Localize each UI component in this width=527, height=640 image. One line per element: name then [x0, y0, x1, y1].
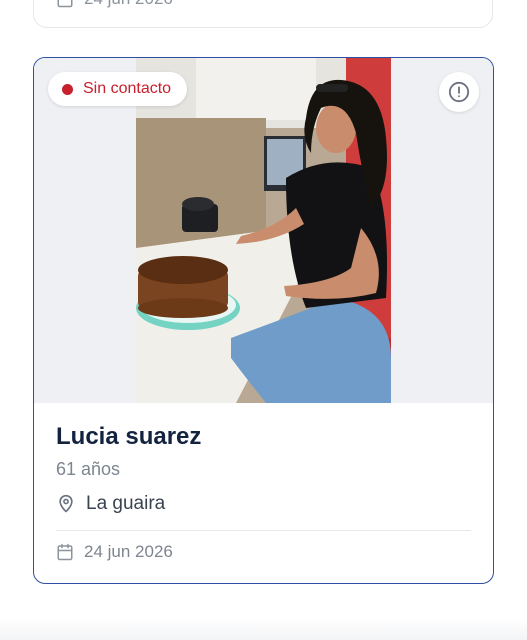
date-label: 24 jun 2026: [84, 542, 173, 561]
calendar-icon: [57, 543, 73, 561]
page: 24 jun 2026: [0, 0, 527, 640]
status-badge: Sin contacto: [48, 72, 188, 106]
person-photo: [136, 58, 391, 403]
photo-area: Sin contacto: [34, 58, 493, 403]
location-label: La guaira: [86, 493, 166, 514]
calendar-icon: [57, 0, 73, 8]
map-pin-icon: [59, 494, 73, 513]
status-label: Sin contacto: [83, 80, 172, 97]
previous-person-card[interactable]: 24 jun 2026: [33, 0, 493, 28]
date-row: 24 jun 2026: [56, 542, 173, 562]
alert-button[interactable]: [439, 72, 479, 112]
location-row: La guaira: [56, 493, 165, 515]
person-name: Lucia suarez: [56, 423, 202, 450]
previous-card-date: 24 jun 2026: [84, 0, 173, 9]
divider: [56, 530, 471, 531]
alert-circle-icon: [448, 81, 470, 103]
person-card[interactable]: Sin contacto Lucia suarez 61 años La gua…: [33, 57, 494, 584]
status-dot: [62, 83, 73, 95]
previous-card-date-row: 24 jun 2026: [56, 0, 173, 9]
person-age: 61 años: [56, 459, 121, 479]
bottom-strip: [0, 618, 527, 640]
person-photo-illustration: [136, 58, 391, 403]
